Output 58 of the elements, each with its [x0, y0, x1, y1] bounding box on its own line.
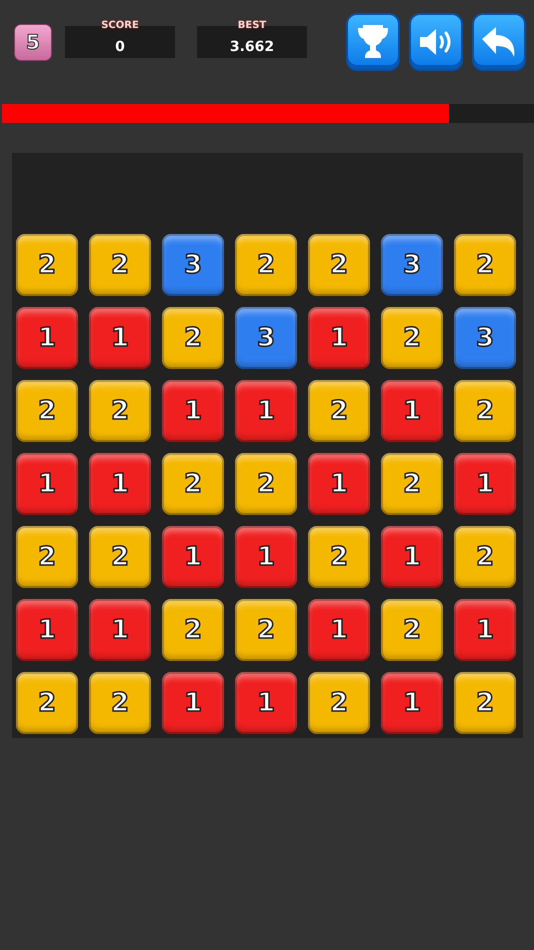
number-tile[interactable]: 1	[381, 672, 443, 734]
number-tile[interactable]: 1	[235, 672, 297, 734]
number-tile[interactable]: 1	[16, 453, 78, 515]
number-tile[interactable]: 2	[16, 672, 78, 734]
number-tile[interactable]: 1	[162, 380, 224, 442]
number-tile[interactable]: 2	[89, 526, 151, 588]
sound-button[interactable]	[409, 13, 463, 71]
number-tile[interactable]: 2	[454, 234, 516, 296]
number-tile[interactable]: 1	[454, 453, 516, 515]
stat-value: 3.662	[230, 39, 274, 55]
number-tile[interactable]: 2	[162, 599, 224, 661]
number-tile[interactable]: 2	[308, 526, 370, 588]
number-tile[interactable]: 2	[454, 672, 516, 734]
number-tile[interactable]: 1	[308, 307, 370, 369]
number-tile[interactable]: 2	[308, 672, 370, 734]
number-tile[interactable]: 3	[162, 234, 224, 296]
number-tile[interactable]: 2	[381, 307, 443, 369]
number-tile[interactable]: 2	[381, 599, 443, 661]
number-tile[interactable]: 2	[89, 234, 151, 296]
number-tile[interactable]: 2	[162, 307, 224, 369]
number-tile[interactable]: 2	[16, 526, 78, 588]
number-tile[interactable]: 3	[454, 307, 516, 369]
number-tile[interactable]: 2	[454, 380, 516, 442]
number-tile[interactable]: 2	[235, 453, 297, 515]
number-tile[interactable]: 2	[89, 672, 151, 734]
number-tile[interactable]: 2	[89, 380, 151, 442]
number-tile[interactable]: 3	[381, 234, 443, 296]
number-tile[interactable]: 1	[308, 453, 370, 515]
number-tile[interactable]: 1	[308, 599, 370, 661]
number-tile[interactable]: 1	[89, 307, 151, 369]
number-tile[interactable]: 1	[235, 380, 297, 442]
stat-label: BEST	[236, 20, 268, 31]
number-tile[interactable]: 1	[381, 526, 443, 588]
number-tile[interactable]: 1	[454, 599, 516, 661]
number-tile[interactable]: 1	[162, 526, 224, 588]
number-tile[interactable]: 2	[454, 526, 516, 588]
number-tile[interactable]: 2	[16, 380, 78, 442]
number-tile[interactable]: 2	[235, 599, 297, 661]
trophy-icon	[356, 23, 390, 61]
level-badge: 5	[14, 24, 52, 60]
number-tile[interactable]: 2	[162, 453, 224, 515]
number-tile[interactable]: 3	[235, 307, 297, 369]
number-tile[interactable]: 1	[162, 672, 224, 734]
number-tile[interactable]: 1	[89, 453, 151, 515]
number-tile[interactable]: 2	[308, 234, 370, 296]
number-tile[interactable]: 1	[16, 307, 78, 369]
stat-label: SCORE	[100, 20, 140, 31]
number-tile[interactable]: 2	[308, 380, 370, 442]
back-button[interactable]	[472, 13, 526, 71]
number-tile[interactable]: 1	[16, 599, 78, 661]
number-tile[interactable]: 2	[16, 234, 78, 296]
leaderboard-button[interactable]	[346, 13, 400, 71]
number-tile[interactable]: 1	[235, 526, 297, 588]
stat-value: 0	[115, 39, 125, 55]
number-tile[interactable]: 1	[89, 599, 151, 661]
number-tile[interactable]: 2	[381, 453, 443, 515]
number-tile[interactable]: 1	[381, 380, 443, 442]
number-tile[interactable]: 2	[235, 234, 297, 296]
